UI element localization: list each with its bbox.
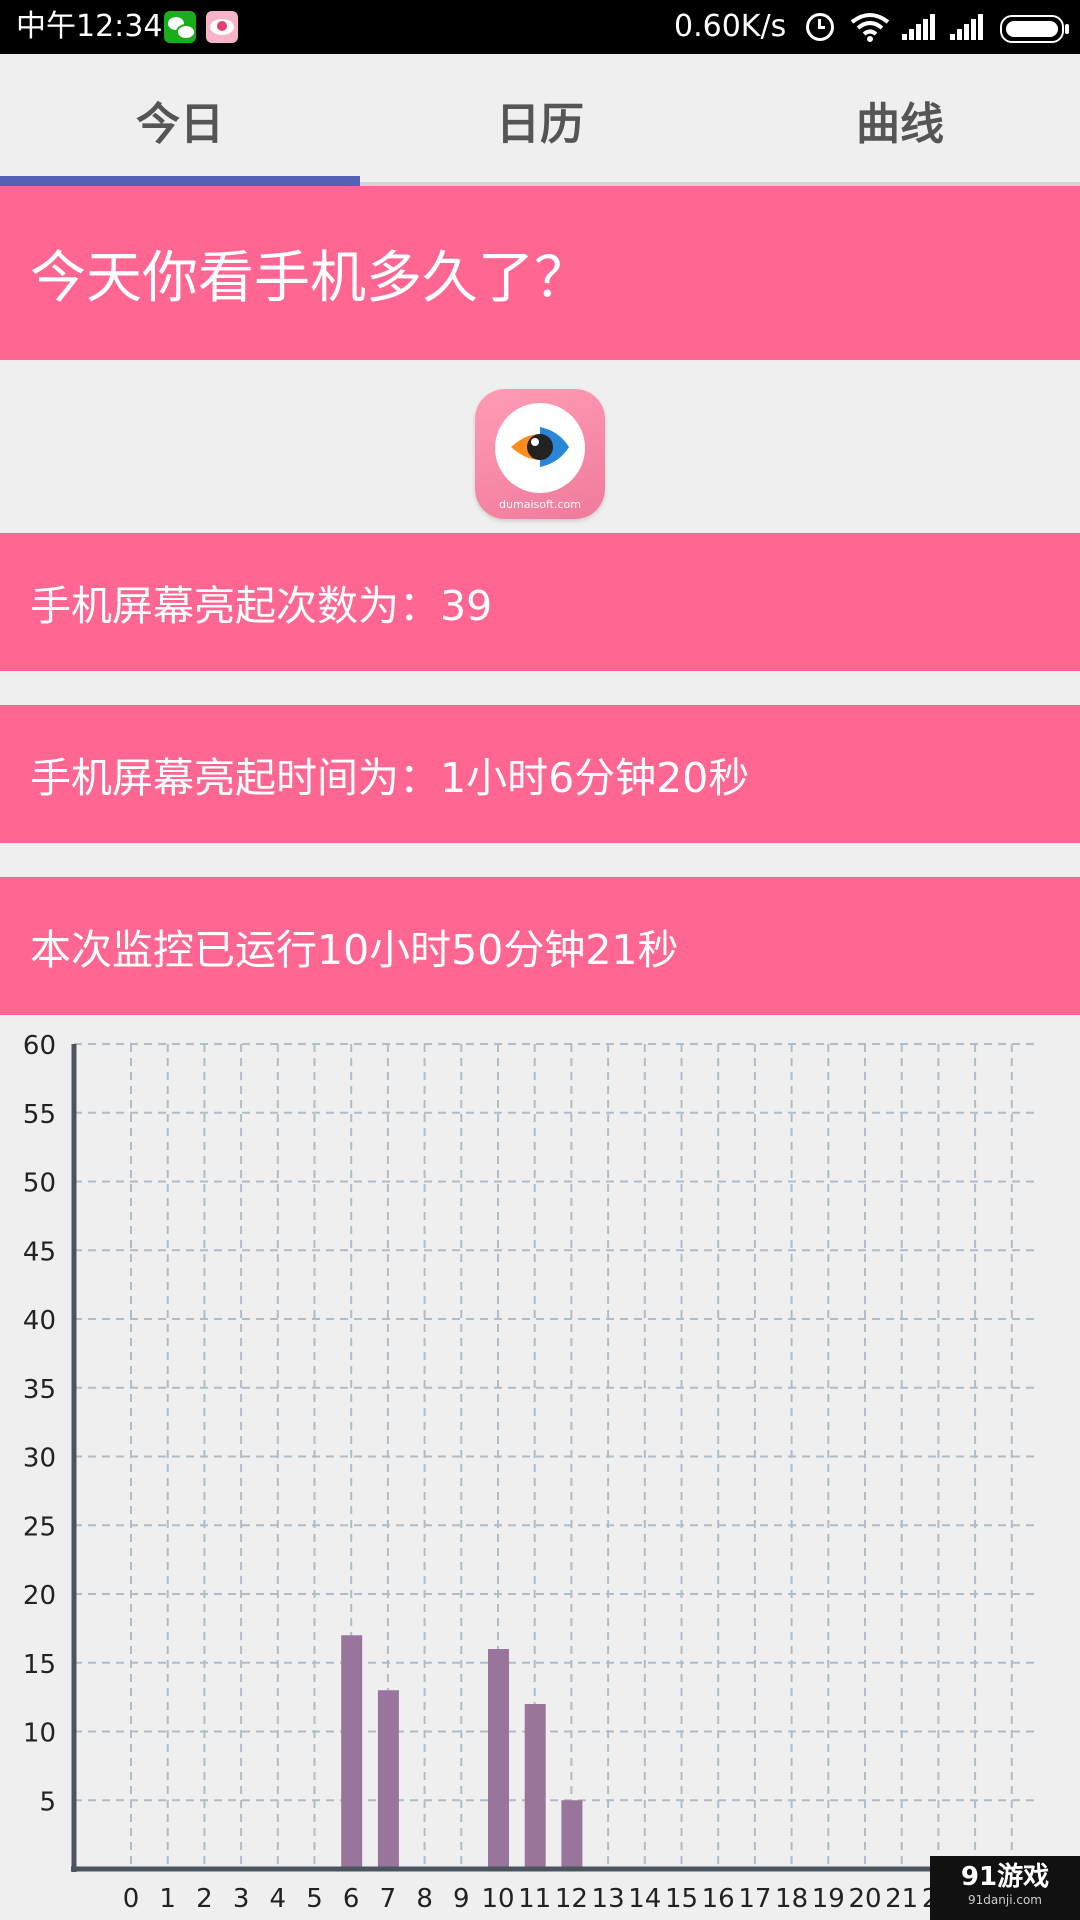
y-tick-label: 40	[23, 1306, 56, 1336]
x-tick-label: 18	[775, 1884, 808, 1914]
x-tick-label: 12	[555, 1884, 588, 1914]
tab-active-indicator	[0, 176, 360, 186]
y-tick-label: 45	[23, 1237, 56, 1267]
y-tick-label: 20	[23, 1581, 56, 1611]
watermark-text: 91游戏	[960, 1862, 1050, 1892]
x-tick-label: 15	[665, 1884, 698, 1914]
x-tick-label: 21	[885, 1884, 918, 1914]
x-tick-label: 13	[592, 1884, 625, 1914]
x-tick-label: 4	[270, 1884, 287, 1914]
signal-icon	[902, 14, 936, 40]
battery-icon	[1000, 15, 1069, 43]
x-tick-label: 16	[702, 1884, 735, 1914]
y-tick-label: 15	[23, 1650, 56, 1680]
tab-today[interactable]: 今日	[0, 54, 360, 186]
logo-text: dumaisoft.com	[499, 498, 581, 511]
x-tick-label: 0	[123, 1884, 140, 1914]
x-tick-label: 11	[518, 1884, 551, 1914]
x-tick-label: 10	[481, 1884, 514, 1914]
bar-hour-7	[377, 1690, 399, 1869]
bar-hour-6	[341, 1635, 363, 1869]
bar-hour-11	[524, 1704, 546, 1869]
watermark-url: 91danji.com	[968, 1893, 1042, 1907]
tab-calendar[interactable]: 日历	[360, 54, 720, 186]
alarm-icon	[806, 13, 834, 41]
x-tick-label: 8	[416, 1884, 433, 1914]
eye-icon	[511, 427, 569, 467]
x-tick-label: 19	[812, 1884, 845, 1914]
y-tick-label: 25	[23, 1512, 56, 1542]
x-tick-label: 6	[343, 1884, 360, 1914]
app-logo: dumaisoft.com	[475, 389, 605, 519]
wifi-icon	[850, 13, 890, 42]
x-tick-label: 20	[848, 1884, 881, 1914]
signal-icon	[950, 14, 984, 40]
status-time: 中午12:34	[16, 9, 163, 44]
x-tick-label: 17	[738, 1884, 771, 1914]
screen-time-text: 手机屏幕亮起时间为：1小时6分钟20秒	[0, 705, 1080, 843]
x-tick-label: 9	[453, 1884, 470, 1914]
eye-app-icon	[206, 11, 238, 43]
tab-curve[interactable]: 曲线	[720, 54, 1080, 186]
y-tick-label: 35	[23, 1375, 56, 1405]
y-tick-label: 30	[23, 1444, 56, 1474]
bar-hour-10	[488, 1649, 509, 1869]
y-tick-label: 55	[23, 1100, 56, 1130]
x-tick-label: 5	[306, 1884, 323, 1914]
page-title: 今天你看手机多久了？	[0, 186, 1080, 360]
x-tick-label: 7	[380, 1884, 397, 1914]
y-tick-label: 5	[39, 1787, 56, 1817]
x-tick-label: 2	[196, 1884, 213, 1914]
y-tick-label: 10	[23, 1719, 56, 1749]
x-tick-label: 1	[159, 1884, 176, 1914]
hourly-usage-chart: 510152025303540455055600 1 2 3 4 5 6 7 8 9 10 11 12 1…	[23, 1031, 1080, 1914]
x-tick-label: 3	[233, 1884, 250, 1914]
logo-circle	[495, 403, 585, 493]
network-speed: 0.60K/s	[674, 9, 787, 44]
unlock-count-text: 手机屏幕亮起次数为：39	[0, 533, 1080, 671]
y-tick-label: 60	[23, 1031, 56, 1061]
monitor-runtime-text: 本次监控已运行10小时50分钟21秒	[0, 877, 1080, 1015]
status-bar: 中午12:34 0.60K/s	[0, 0, 1080, 54]
x-tick-label: 14	[628, 1884, 661, 1914]
y-tick-label: 50	[23, 1169, 56, 1199]
watermark-logo: 91游戏 91danji.com	[930, 1856, 1080, 1920]
bar-hour-12	[561, 1800, 583, 1869]
wechat-icon	[164, 11, 196, 43]
tab-bar: 今日 日历 曲线	[0, 54, 1080, 186]
